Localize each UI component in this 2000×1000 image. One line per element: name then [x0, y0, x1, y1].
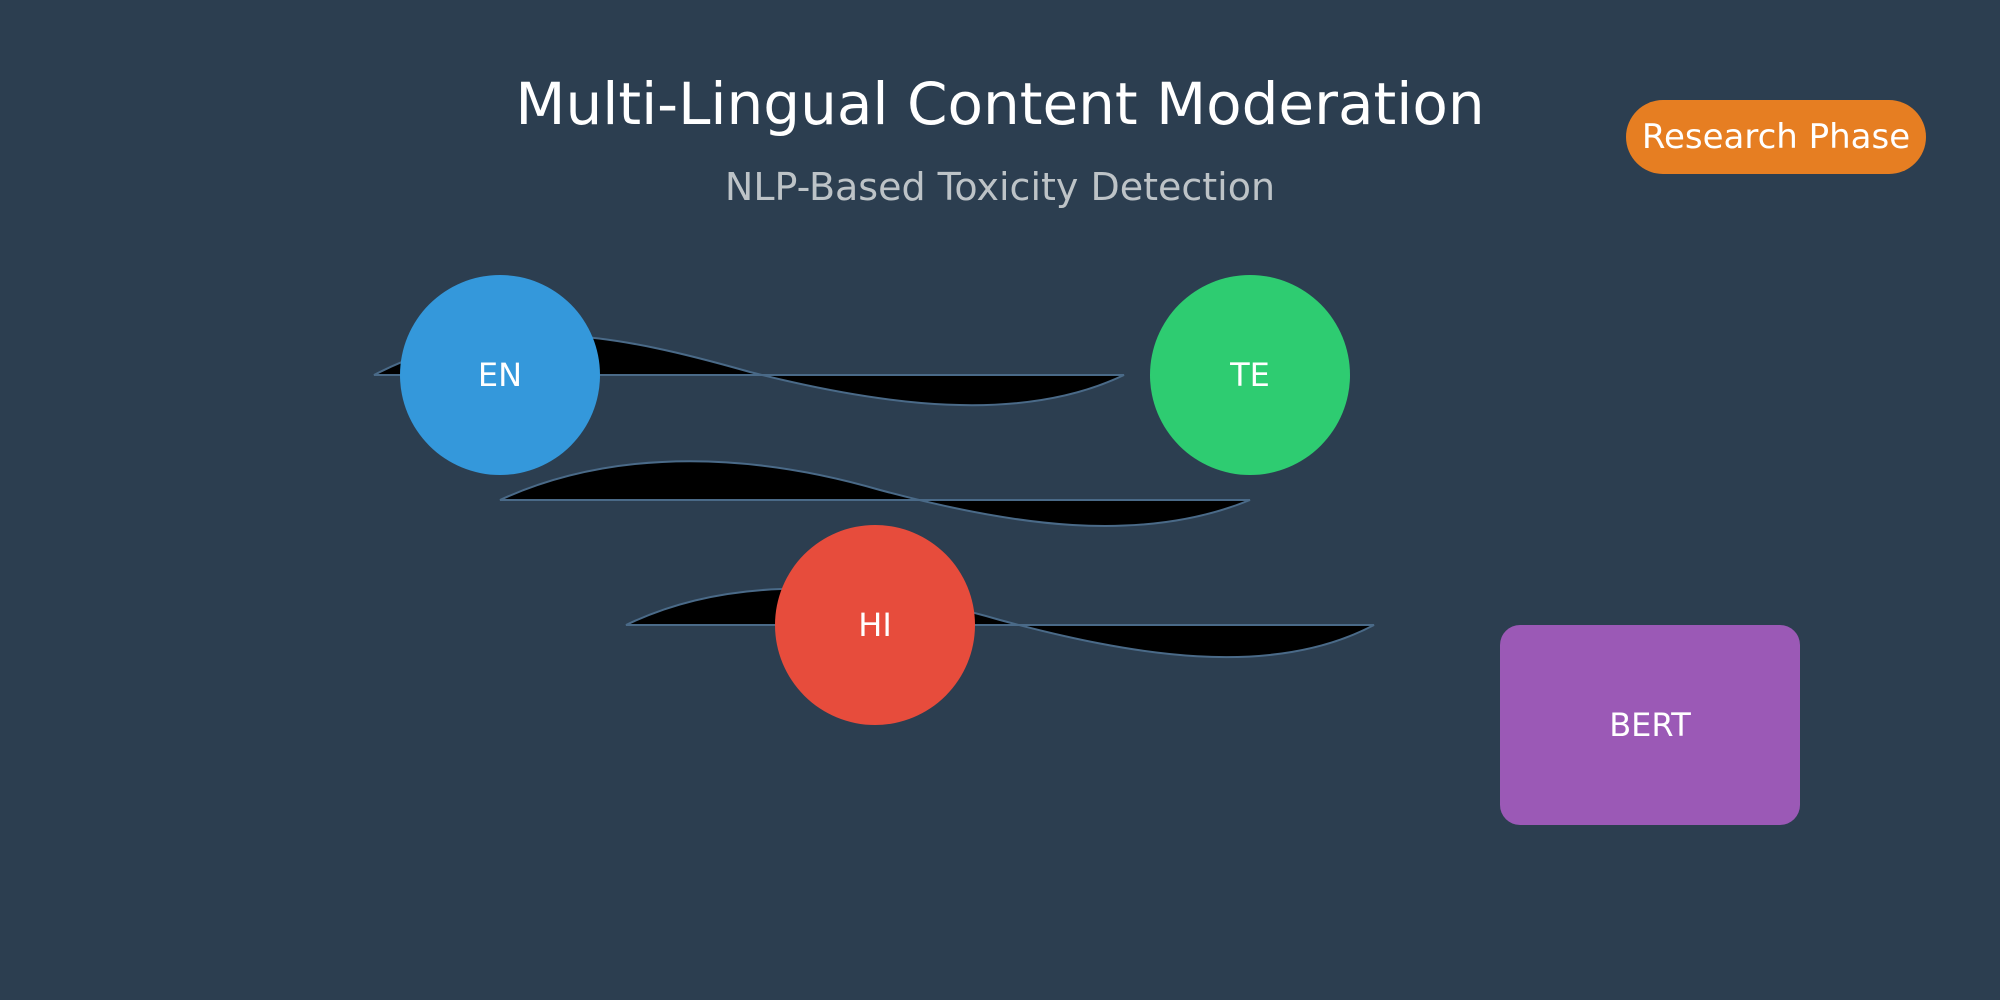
- connector-en-te-2: [499, 460, 1251, 527]
- connector-hi-bert: [625, 587, 1375, 659]
- node-te[interactable]: TE: [1150, 275, 1350, 475]
- node-bert-label: BERT: [1609, 706, 1691, 744]
- node-en[interactable]: EN: [400, 275, 600, 475]
- node-te-label: TE: [1229, 356, 1270, 394]
- node-en-label: EN: [478, 356, 522, 394]
- node-hi-label: HI: [858, 606, 892, 644]
- node-hi[interactable]: HI: [775, 525, 975, 725]
- node-bert[interactable]: BERT: [1500, 625, 1800, 825]
- flow-diagram: EN TE HI BERT: [373, 275, 1800, 825]
